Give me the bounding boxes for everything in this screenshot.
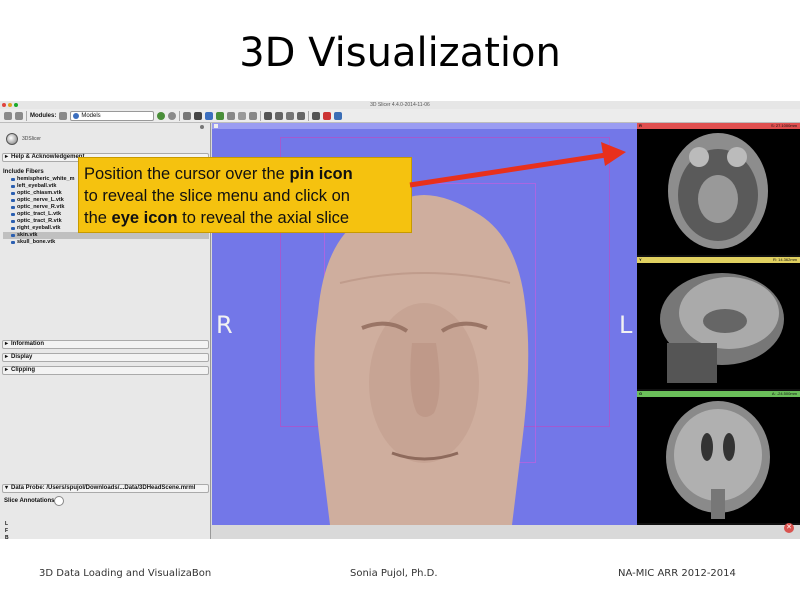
slice-annotations-button[interactable] xyxy=(54,496,64,506)
mri-slice-image xyxy=(660,273,784,383)
data-probe-section[interactable]: Data Probe: /Users/spujol/Downloads/...D… xyxy=(2,484,209,493)
models-icon[interactable] xyxy=(216,111,225,120)
callout-emphasis: pin icon xyxy=(289,165,353,183)
slice-view[interactable] xyxy=(637,129,800,255)
toolbar-separator xyxy=(260,110,262,121)
load-data-icon[interactable] xyxy=(4,111,12,120)
callout-text: Position the cursor over the xyxy=(84,165,290,183)
screenshot-icon[interactable] xyxy=(286,111,295,120)
modules-label: Modules: xyxy=(30,112,57,119)
close-icon[interactable]: ✕ xyxy=(784,523,794,533)
callout-text: to reveal the slice menu and click on xyxy=(84,187,350,205)
toolbar-separator xyxy=(308,110,310,121)
transforms-icon[interactable] xyxy=(227,111,236,120)
display-section[interactable]: Display xyxy=(2,353,209,362)
maximize-window-icon[interactable] xyxy=(14,103,18,107)
search-icon[interactable] xyxy=(59,111,68,120)
back-icon[interactable] xyxy=(157,111,166,120)
layout-icon[interactable] xyxy=(264,111,273,120)
footer-left: 3D Data Loading and VisualizaBon xyxy=(39,568,212,579)
mouse-mode-icon[interactable] xyxy=(312,111,321,120)
module-selector[interactable]: Models xyxy=(70,110,155,121)
orientation-letter: F xyxy=(5,528,9,534)
toolbar-separator xyxy=(179,110,181,121)
save-icon[interactable] xyxy=(15,111,23,120)
callout-emphasis: eye icon xyxy=(111,209,178,227)
callout-text: to reveal the axial slice xyxy=(177,209,350,227)
window-titlebar: 3D Slicer 4.4.0-2014-11-06 xyxy=(0,101,800,109)
data-module-icon[interactable] xyxy=(183,111,192,120)
slice-views: R S: 27.1000mm Y R: 14.362mm G A: -24.500mm xyxy=(637,123,800,525)
clipping-section[interactable]: Clipping xyxy=(2,366,209,375)
callout-text: the xyxy=(84,209,112,227)
slide-title: 3D Visualization xyxy=(239,30,561,76)
slice-view[interactable] xyxy=(637,397,800,523)
footer-right: NA-MIC ARR 2012-2014 xyxy=(618,568,736,579)
markups-icon[interactable] xyxy=(238,111,247,120)
orientation-letters: L F B xyxy=(5,521,10,539)
logo-text: 3DSlicer xyxy=(22,136,41,142)
editor-icon[interactable] xyxy=(249,111,258,120)
extensions-icon[interactable] xyxy=(323,111,332,120)
close-window-icon[interactable] xyxy=(2,103,6,107)
panel-pin-icon[interactable] xyxy=(200,125,204,129)
window-controls[interactable] xyxy=(2,103,18,107)
forward-icon[interactable] xyxy=(168,111,177,120)
orientation-letter: B xyxy=(5,535,9,539)
python-icon[interactable] xyxy=(334,111,343,120)
orientation-letter: L xyxy=(5,521,9,527)
fiber-list-item[interactable]: skin.vtk xyxy=(3,232,209,239)
fiducial-icon[interactable] xyxy=(297,111,306,120)
volumes-icon[interactable] xyxy=(205,111,214,120)
mri-slice-image xyxy=(666,401,770,519)
toolbar-separator xyxy=(26,110,27,121)
window-title: 3D Slicer 4.4.0-2014-11-06 xyxy=(370,102,430,108)
slice-annotations-label: Slice Annotations: xyxy=(4,498,57,504)
minimize-window-icon[interactable] xyxy=(8,103,12,107)
crosshair-icon[interactable] xyxy=(275,111,284,120)
slice-view[interactable] xyxy=(637,263,800,389)
mri-slice-image xyxy=(668,133,768,249)
footer-center: Sonia Pujol, Ph.D. xyxy=(350,568,438,579)
slicer-logo xyxy=(6,133,18,145)
main-toolbar: Modules: Models xyxy=(0,109,800,123)
fiber-list-item[interactable]: skull_bone.vtk xyxy=(3,239,209,246)
information-section[interactable]: Information xyxy=(2,340,209,349)
include-fibers-label: Include Fibers xyxy=(3,169,44,175)
dicom-icon[interactable] xyxy=(194,111,203,120)
instruction-callout: Position the cursor over the pin icon to… xyxy=(78,157,412,233)
